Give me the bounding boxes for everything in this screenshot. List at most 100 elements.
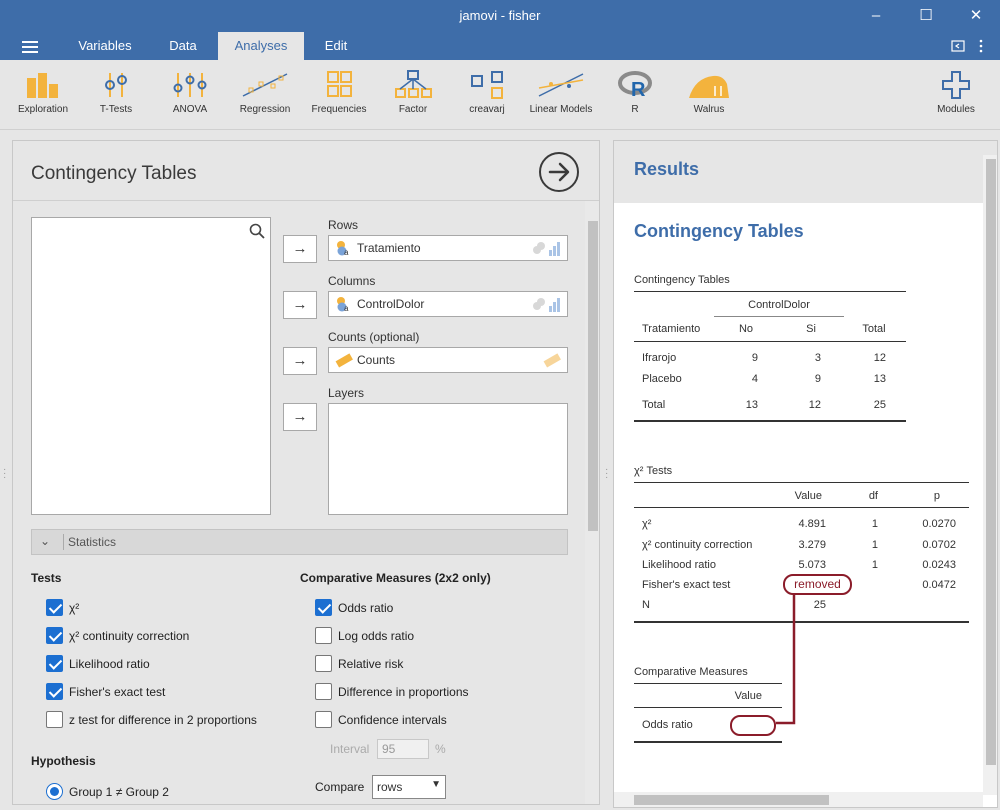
nominal-type-icon bbox=[533, 242, 560, 256]
likelihood-ratio-label: Likelihood ratio bbox=[69, 657, 150, 671]
columns-label: Columns bbox=[328, 274, 376, 288]
hypothesis-title: Hypothesis bbox=[31, 754, 96, 768]
continuous-type-icon bbox=[543, 353, 561, 368]
results-horizontal-scrollbar[interactable] bbox=[614, 792, 983, 807]
linear-models-icon bbox=[538, 73, 584, 97]
confidence-intervals-label: Confidence intervals bbox=[338, 713, 447, 727]
anova-icon bbox=[173, 73, 207, 97]
z-test-checkbox[interactable] bbox=[46, 711, 63, 728]
z-test-label: z test for difference in 2 proportions bbox=[69, 713, 257, 727]
ribbon-regression[interactable]: Regression bbox=[225, 70, 305, 115]
tab-variables[interactable]: Variables bbox=[64, 32, 146, 60]
frequencies-icon bbox=[327, 71, 352, 97]
ribbon-creavarj[interactable]: creavarj bbox=[447, 70, 527, 115]
ribbon-t-tests[interactable]: T-Tests bbox=[76, 70, 156, 115]
analysis-ribbon: Exploration T-Tests ANOVA Regression Fre… bbox=[0, 60, 1000, 130]
chevron-down-icon: ▼ bbox=[431, 779, 441, 790]
move-to-layers-button[interactable]: → bbox=[283, 403, 317, 431]
tab-edit[interactable]: Edit bbox=[314, 32, 358, 60]
rows-variable: Tratamiento bbox=[357, 241, 421, 255]
continuous-ruler-icon bbox=[335, 353, 353, 368]
difference-in-proportions-checkbox[interactable] bbox=[315, 683, 332, 700]
minimize-button[interactable]: – bbox=[866, 6, 886, 26]
layers-field[interactable] bbox=[328, 403, 568, 515]
odds-ratio-highlight bbox=[730, 715, 776, 736]
ribbon-frequencies[interactable]: Frequencies bbox=[299, 70, 379, 115]
move-to-columns-button[interactable]: → bbox=[283, 291, 317, 319]
chi-square-label: χ² bbox=[69, 601, 80, 615]
removed-annotation: removed bbox=[783, 574, 852, 595]
ribbon-modules[interactable]: Modules bbox=[916, 70, 996, 115]
chi-square-checkbox[interactable] bbox=[46, 599, 63, 616]
difference-in-proportions-label: Difference in proportions bbox=[338, 685, 469, 699]
columns-field[interactable]: a ControlDolor bbox=[328, 291, 568, 317]
relative-risk-label: Relative risk bbox=[338, 657, 404, 671]
counts-variable: Counts bbox=[357, 353, 396, 367]
results-panel: Results Contingency Tables Contingency T… bbox=[613, 140, 998, 808]
rows-field[interactable]: a Tratamiento bbox=[328, 235, 568, 261]
fishers-exact-label: Fisher's exact test bbox=[69, 685, 166, 699]
close-button[interactable]: ✕ bbox=[966, 6, 986, 26]
more-options-icon[interactable] bbox=[978, 39, 992, 53]
menu-bar: Variables Data Analyses Edit bbox=[0, 32, 1000, 60]
move-to-counts-button[interactable]: → bbox=[283, 347, 317, 375]
analysis-title: Contingency Tables bbox=[31, 163, 197, 184]
nominal-variable-icon: a bbox=[337, 297, 349, 312]
odds-ratio-label: Odds ratio bbox=[338, 601, 394, 615]
counts-label: Counts (optional) bbox=[328, 330, 420, 344]
creavarj-icon bbox=[471, 71, 503, 99]
interval-unit: % bbox=[435, 742, 446, 756]
run-arrow-button[interactable] bbox=[539, 152, 579, 192]
statistics-section-header[interactable]: ⌄ Statistics bbox=[31, 529, 568, 555]
options-header: Contingency Tables bbox=[13, 141, 599, 201]
compare-select[interactable]: rows ▼ bbox=[372, 775, 446, 799]
center-splitter-handle[interactable]: · · · bbox=[605, 465, 611, 483]
likelihood-ratio-checkbox[interactable] bbox=[46, 655, 63, 672]
ribbon-factor[interactable]: Factor bbox=[373, 70, 453, 115]
hypothesis-radio[interactable] bbox=[46, 783, 63, 800]
svg-text:a: a bbox=[344, 304, 349, 312]
tests-title: Tests bbox=[31, 571, 62, 585]
variable-list[interactable] bbox=[31, 217, 271, 515]
confidence-intervals-checkbox[interactable] bbox=[315, 711, 332, 728]
t-tests-icon bbox=[105, 73, 127, 97]
plus-icon bbox=[942, 71, 970, 99]
regression-icon bbox=[242, 73, 288, 97]
rows-label: Rows bbox=[328, 218, 359, 232]
move-to-rows-button[interactable]: → bbox=[283, 235, 317, 263]
columns-variable: ControlDolor bbox=[357, 297, 425, 311]
nominal-variable-icon: a bbox=[337, 241, 349, 256]
results-vertical-scrollbar[interactable] bbox=[983, 155, 997, 795]
ribbon-r[interactable]: R R bbox=[595, 70, 675, 115]
ribbon-anova[interactable]: ANOVA bbox=[150, 70, 230, 115]
fishers-exact-checkbox[interactable] bbox=[46, 683, 63, 700]
maximize-button[interactable]: ☐ bbox=[916, 6, 936, 26]
left-splitter-handle[interactable]: · · · bbox=[3, 465, 9, 483]
continuity-correction-checkbox[interactable] bbox=[46, 627, 63, 644]
window-title: jamovi - fisher bbox=[459, 8, 541, 23]
layers-label: Layers bbox=[328, 386, 365, 400]
hamburger-menu-icon[interactable] bbox=[22, 41, 38, 53]
odds-ratio-checkbox[interactable] bbox=[315, 599, 332, 616]
counts-field[interactable]: Counts bbox=[328, 347, 568, 373]
ribbon-linear-models[interactable]: Linear Models bbox=[521, 70, 601, 115]
tab-data[interactable]: Data bbox=[160, 32, 206, 60]
interval-input[interactable]: 95 bbox=[377, 739, 429, 759]
interval-label: Interval bbox=[330, 742, 370, 756]
hypothesis-option-label: Group 1 ≠ Group 2 bbox=[69, 785, 169, 799]
search-icon[interactable] bbox=[249, 223, 265, 239]
statistics-label: Statistics bbox=[68, 535, 117, 549]
r-logo-icon: R bbox=[618, 71, 652, 100]
log-odds-ratio-checkbox[interactable] bbox=[315, 627, 332, 644]
title-bar: jamovi - fisher – ☐ ✕ bbox=[0, 0, 1000, 32]
ribbon-exploration[interactable]: Exploration bbox=[3, 70, 83, 115]
panel-toggle-icon[interactable] bbox=[951, 39, 965, 53]
svg-text:R: R bbox=[631, 79, 646, 100]
options-scrollbar[interactable] bbox=[585, 201, 599, 804]
relative-risk-checkbox[interactable] bbox=[315, 655, 332, 672]
analysis-options-panel: Contingency Tables → → → → Rows a Tratam… bbox=[12, 140, 600, 805]
continuity-correction-label: χ² continuity correction bbox=[69, 629, 190, 643]
ribbon-walrus[interactable]: Walrus bbox=[669, 70, 749, 115]
walrus-icon bbox=[689, 75, 729, 98]
tab-analyses[interactable]: Analyses bbox=[218, 32, 304, 60]
